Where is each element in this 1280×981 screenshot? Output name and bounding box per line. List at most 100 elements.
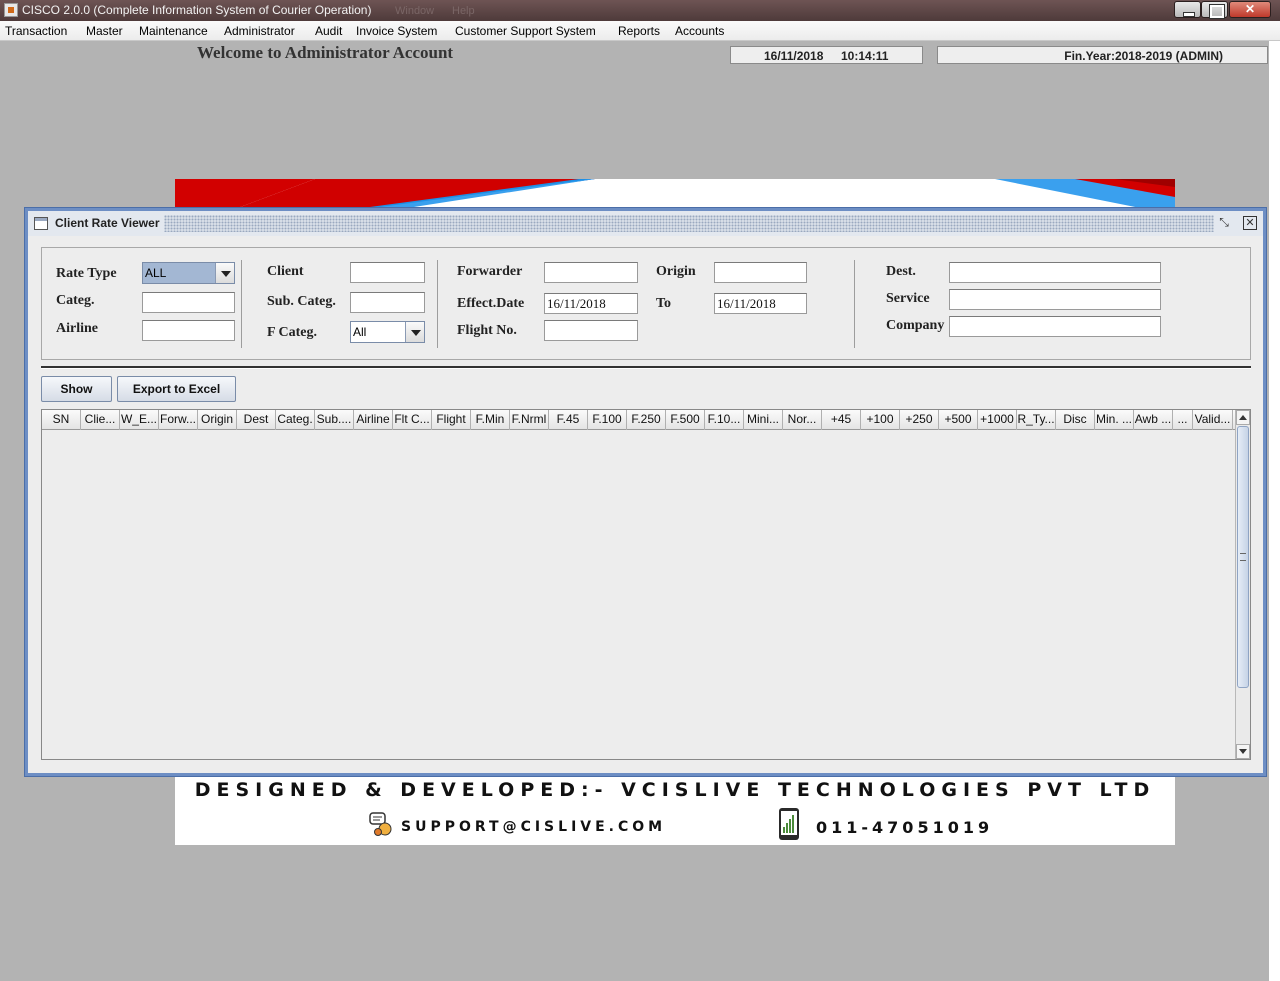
banner-graphic-top (175, 179, 1175, 209)
company-input[interactable] (949, 316, 1161, 337)
column-header[interactable]: F.500 (666, 410, 705, 430)
service-input[interactable] (949, 289, 1161, 310)
column-header[interactable]: F.Min (471, 410, 510, 430)
menu-master[interactable]: Master (86, 24, 123, 38)
column-header[interactable]: Min. ... (1095, 410, 1134, 430)
sub-categ-label: Sub. Categ. (267, 294, 336, 309)
title-bar[interactable]: CISCO 2.0.0 (Complete Information System… (0, 0, 1280, 21)
divider (437, 260, 438, 348)
origin-input[interactable] (714, 262, 807, 283)
rate-type-combo[interactable]: ALL (142, 262, 235, 284)
categ-label: Categ. (56, 293, 95, 308)
column-header[interactable]: W_E... (120, 410, 159, 430)
menu-invoice-system[interactable]: Invoice System (356, 24, 437, 38)
client-input[interactable] (350, 262, 425, 283)
airline-input[interactable] (142, 320, 235, 341)
menu-reports[interactable]: Reports (618, 24, 660, 38)
column-header[interactable]: F.250 (627, 410, 666, 430)
scroll-up-icon[interactable] (1236, 410, 1250, 425)
mobile-phone-icon (779, 808, 799, 840)
categ-input[interactable] (142, 292, 235, 313)
chevron-down-icon[interactable] (405, 322, 424, 342)
designed-by-text: DESIGNED & DEVELOPED:- VCISLIVE TECHNOLO… (194, 779, 1156, 801)
f-categ-label: F Categ. (267, 325, 318, 340)
column-header[interactable]: Disc (1056, 410, 1095, 430)
sub-categ-input[interactable] (350, 292, 425, 313)
column-header[interactable]: Airline (354, 410, 393, 430)
frame-title: Client Rate Viewer (55, 216, 160, 230)
scroll-thumb[interactable] (1237, 426, 1249, 688)
support-chat-icon (369, 812, 392, 836)
frame-restore-icon[interactable]: ⤡ (1217, 216, 1231, 230)
welcome-heading: Welcome to Administrator Account (197, 43, 454, 62)
column-header[interactable]: R_Ty... (1017, 410, 1056, 430)
section-separator (41, 366, 1251, 369)
column-header[interactable]: +250 (900, 410, 939, 430)
ghost-menu-help: Help (452, 5, 475, 17)
maximize-button[interactable] (1201, 1, 1228, 19)
table-header: SN Clie... W_E... Forw... Origin Dest Categ. Su… (42, 410, 1235, 430)
client-label: Client (267, 264, 304, 279)
column-header[interactable]: +100 (861, 410, 900, 430)
menu-maintenance[interactable]: Maintenance (139, 24, 208, 38)
column-header[interactable]: SN (42, 410, 81, 430)
column-header[interactable]: Valid... (1193, 410, 1233, 430)
column-header[interactable]: Clie... (81, 410, 120, 430)
flight-no-input[interactable] (544, 320, 638, 341)
effect-date-label: Effect.Date (457, 296, 525, 311)
column-header[interactable]: Mini... (744, 410, 783, 430)
vertical-scrollbar[interactable] (1235, 410, 1250, 759)
column-header[interactable]: Flight (432, 410, 471, 430)
menu-audit[interactable]: Audit (315, 24, 342, 38)
to-date-input[interactable]: 16/11/2018 (714, 293, 807, 314)
column-header[interactable]: Dest (237, 410, 276, 430)
menu-accounts[interactable]: Accounts (675, 24, 724, 38)
column-header[interactable]: Flt C... (393, 410, 432, 430)
to-label: To (656, 296, 672, 311)
column-header[interactable]: Forw... (159, 410, 198, 430)
column-header[interactable]: Sub.... (315, 410, 354, 430)
chevron-down-icon[interactable] (215, 263, 234, 283)
fin-year-text: Fin.Year:2018-2019 (ADMIN) (1064, 49, 1223, 63)
effect-date-input[interactable]: 16/11/2018 (544, 293, 638, 314)
forwarder-label: Forwarder (457, 264, 523, 279)
column-header[interactable]: F.10... (705, 410, 744, 430)
export-excel-button[interactable]: Export to Excel (117, 376, 236, 402)
filter-panel: Rate Type ALL Categ. Airline Client Sub.… (41, 247, 1251, 360)
menu-customer-support-system[interactable]: Customer Support System (455, 24, 596, 38)
column-header[interactable]: Categ. (276, 410, 315, 430)
banner-swoosh-graphic (175, 179, 1175, 209)
column-header[interactable]: Nor... (783, 410, 822, 430)
banner-footer: DESIGNED & DEVELOPED:- VCISLIVE TECHNOLO… (175, 776, 1175, 845)
divider (854, 260, 855, 348)
close-button[interactable] (1229, 1, 1271, 18)
fin-year-status: Fin.Year:2018-2019 (ADMIN) (937, 46, 1268, 64)
f-categ-combo[interactable]: All (350, 321, 425, 343)
show-button[interactable]: Show (41, 376, 112, 402)
column-header[interactable]: F.Nrml (510, 410, 549, 430)
column-header[interactable]: Awb ... (1134, 410, 1173, 430)
service-label: Service (886, 291, 930, 306)
column-header[interactable]: F.100 (588, 410, 627, 430)
rate-type-label: Rate Type (56, 266, 117, 281)
column-header[interactable]: +45 (822, 410, 861, 430)
status-time: 10:14:11 (841, 49, 889, 63)
column-header[interactable]: ... (1173, 410, 1193, 430)
column-header[interactable]: F.45 (549, 410, 588, 430)
scroll-down-icon[interactable] (1236, 744, 1250, 759)
company-label: Company (886, 318, 945, 333)
frame-close-icon[interactable]: ✕ (1243, 216, 1257, 230)
origin-label: Origin (656, 264, 696, 279)
minimize-button[interactable] (1174, 1, 1201, 18)
forwarder-input[interactable] (544, 262, 638, 283)
dest-input[interactable] (949, 262, 1161, 283)
internal-frame-titlebar[interactable]: Client Rate Viewer ⤡ ✕ (28, 211, 1263, 236)
rates-table: SN Clie... W_E... Forw... Origin Dest Categ. Su… (41, 409, 1251, 760)
column-header[interactable]: Origin (198, 410, 237, 430)
java-app-icon (4, 3, 18, 17)
client-rate-viewer-frame: Client Rate Viewer ⤡ ✕ Rate Type ALL Cat… (24, 207, 1267, 777)
column-header[interactable]: +500 (939, 410, 978, 430)
menu-administrator[interactable]: Administrator (224, 24, 295, 38)
column-header[interactable]: +1000 (978, 410, 1017, 430)
menu-transaction[interactable]: Transaction (5, 24, 67, 38)
